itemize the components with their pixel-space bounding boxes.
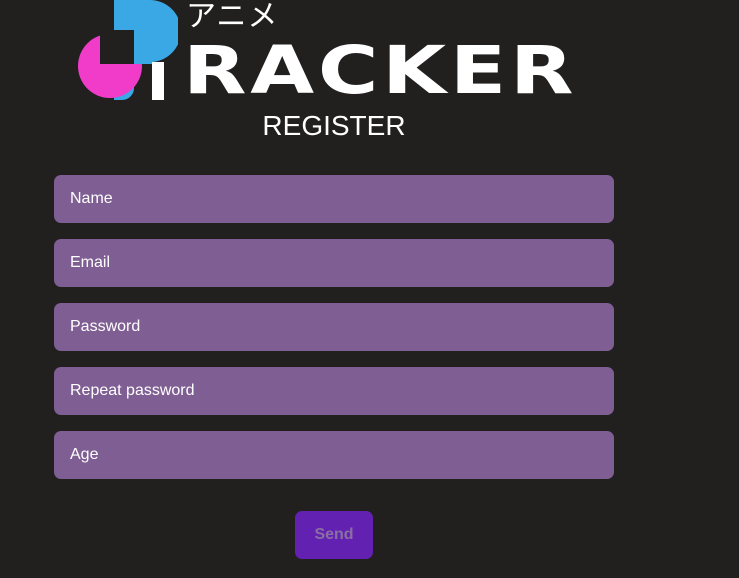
repeat-password-field[interactable] — [54, 367, 614, 415]
logo-wordmark: RACKER — [183, 32, 578, 109]
age-field[interactable] — [54, 431, 614, 479]
email-field[interactable] — [54, 239, 614, 287]
logo-mark-icon — [78, 0, 178, 100]
name-field[interactable] — [54, 175, 614, 223]
app-logo: アニメ RACKER — [78, 0, 590, 109]
logo-kana-text: アニメ — [186, 0, 279, 34]
page-title: REGISTER — [262, 110, 406, 141]
send-button[interactable]: Send — [295, 511, 373, 559]
password-field[interactable] — [54, 303, 614, 351]
register-page: アニメ RACKER REGISTER Send — [0, 0, 739, 578]
